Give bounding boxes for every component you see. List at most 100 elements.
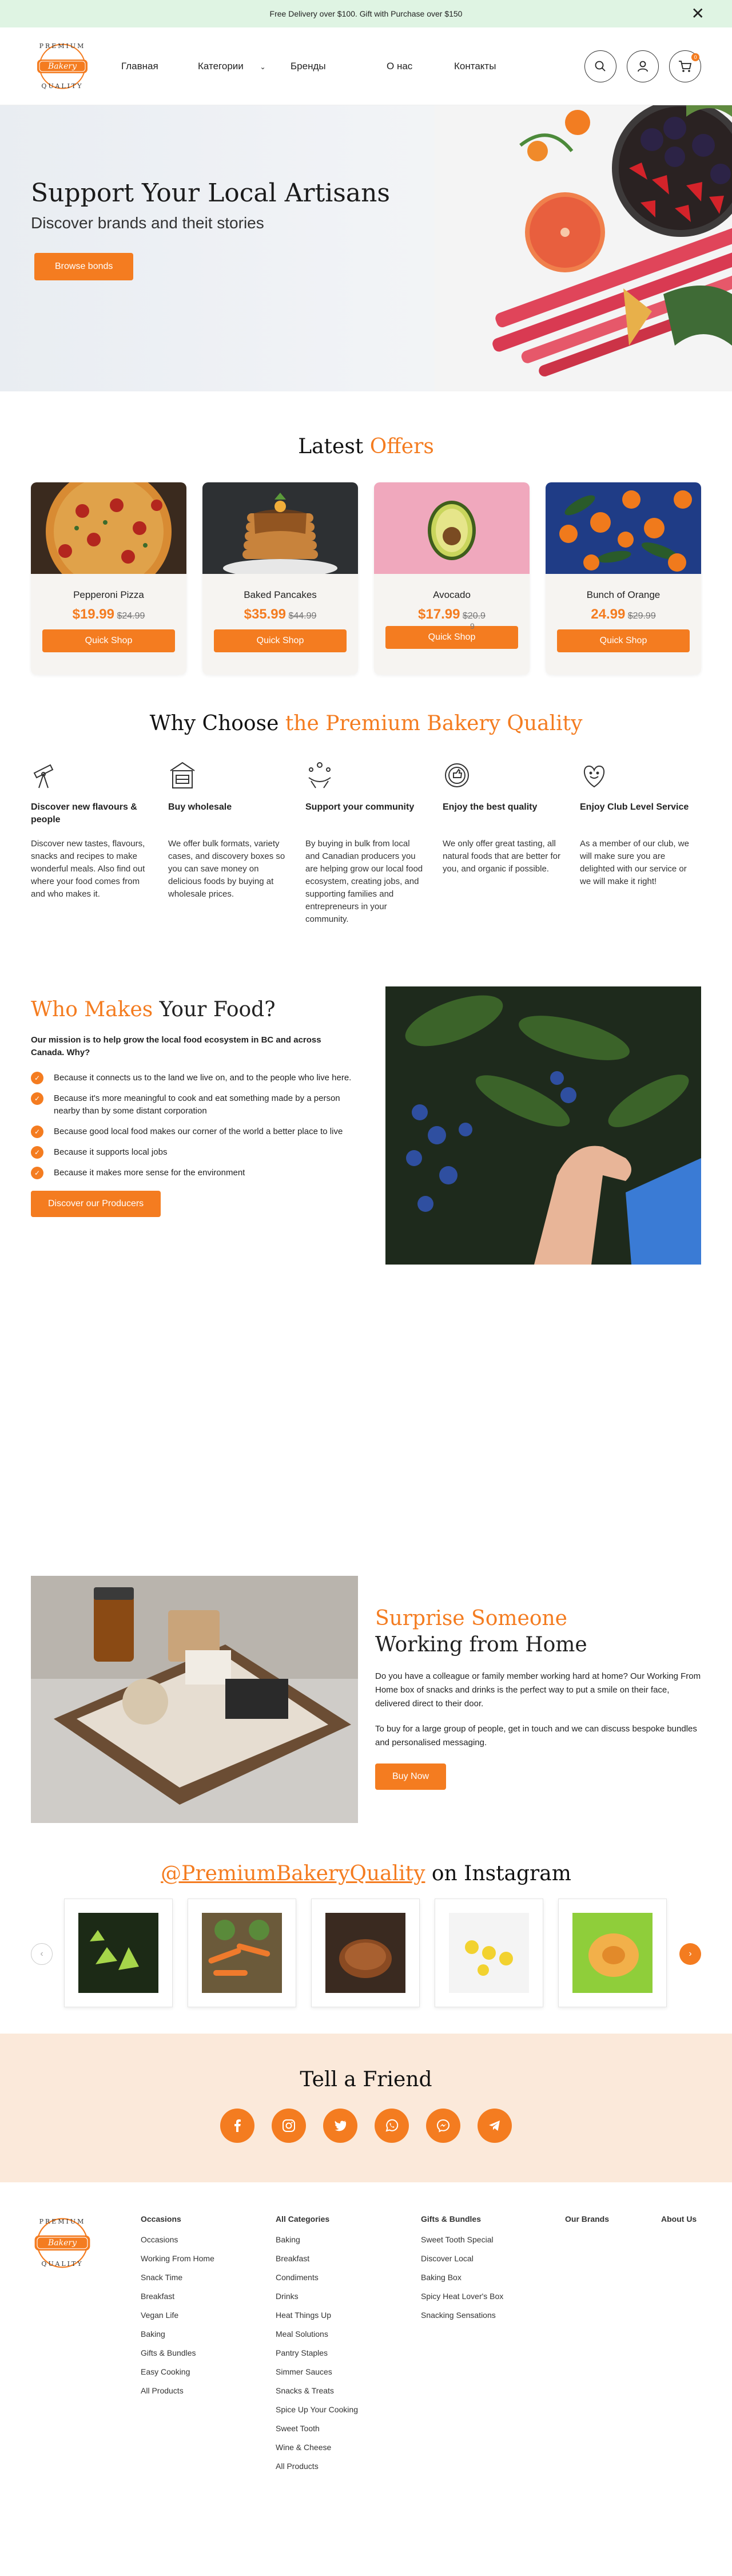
footer-link[interactable]: Wine & Cheese [276, 2442, 421, 2453]
footer-logo[interactable]: PREMIUM Bakery QUALITY [31, 2214, 141, 2277]
footer-link[interactable]: Breakfast [141, 2290, 276, 2302]
footer-heading[interactable]: Our Brands [565, 2214, 661, 2224]
search-icon [595, 61, 606, 72]
latest-offers-section: Latest Offers Pepperoni Pizza $19.99 $24… [0, 391, 732, 695]
nav-categories[interactable]: Категории ⌄ [198, 61, 291, 72]
footer-link[interactable]: Condiments [276, 2272, 421, 2283]
instagram-post[interactable] [64, 1899, 173, 2007]
list-item: ✓ Because it makes more sense for the env… [31, 1167, 363, 1179]
footer-link[interactable]: Snack Time [141, 2272, 276, 2283]
feature-text: We offer bulk formats, variety cases, an… [168, 839, 285, 899]
main-nav: Главная Категории ⌄ Бренды О нас Контакт… [121, 61, 496, 72]
feature-title: Enjoy Club Level Service [580, 802, 689, 812]
footer-link[interactable]: Heat Things Up [276, 2309, 421, 2321]
gift-box-image [31, 1576, 358, 1823]
footer-link[interactable]: Baking [276, 2234, 421, 2245]
footer-link[interactable]: All Products [276, 2460, 421, 2472]
footer-link[interactable]: Spicy Heat Lover's Box [421, 2290, 565, 2302]
search-button[interactable] [584, 50, 616, 82]
footer-link[interactable]: Baking Box [421, 2272, 565, 2283]
share-telegram[interactable] [478, 2109, 512, 2143]
user-icon [638, 61, 648, 72]
brand-logo[interactable]: PREMIUM Bakery QUALITY [31, 38, 94, 95]
browse-brands-button[interactable]: Browse bonds [34, 253, 134, 280]
logo-bottom-text: QUALITY [41, 2260, 83, 2268]
footer-link[interactable]: Gifts & Bundles [141, 2347, 276, 2359]
quick-shop-button[interactable]: Quick Shop 9 [385, 621, 518, 649]
feature-title: Discover new flavours & people [31, 802, 137, 825]
feature-text: Discover new tastes, flavours, snacks an… [31, 839, 145, 899]
product-card-pancakes[interactable]: Baked Pancakes $35.99 $44.99 Quick Shop [202, 482, 358, 675]
nav-about[interactable]: О нас [387, 61, 454, 72]
hero-produce-image [435, 105, 732, 391]
tell-a-friend-section: Tell a Friend [0, 2034, 732, 2182]
footer-link[interactable]: Working From Home [141, 2253, 276, 2264]
surprise-paragraph-2: To buy for a large group of people, get … [375, 1724, 697, 1747]
share-instagram[interactable] [272, 2109, 306, 2143]
quick-shop-button[interactable]: Quick Shop [214, 629, 347, 652]
footer-link[interactable]: Vegan Life [141, 2309, 276, 2321]
discover-producers-button[interactable]: Discover our Producers [31, 1191, 161, 1217]
surprise-section: Surprise Someone Working from Home Do you… [0, 1576, 732, 1862]
surprise-title-accent: Surprise Someone [375, 1607, 567, 1630]
instagram-post[interactable] [558, 1899, 667, 2007]
account-button[interactable] [627, 50, 659, 82]
surprise-title: Surprise Someone Working from Home [375, 1606, 701, 1658]
footer-link[interactable]: Drinks [276, 2290, 421, 2302]
instagram-post[interactable] [311, 1899, 420, 2007]
why-choose-section: Why Choose the Premium Bakery Quality Di… [0, 695, 732, 986]
product-card-avocado[interactable]: Avocado $17.99 $20.9 Quick Shop 9 [374, 482, 530, 675]
instagram-post[interactable] [435, 1899, 543, 2007]
instagram-handle[interactable]: @PremiumBakeryQuality [161, 1862, 425, 1885]
footer-link[interactable]: Breakfast [276, 2253, 421, 2264]
hero-subtitle: Discover brands and theit stories [31, 214, 264, 232]
share-messenger[interactable] [426, 2109, 460, 2143]
quick-shop-button[interactable]: Quick Shop [42, 629, 175, 652]
post-image [572, 1913, 653, 1993]
pancakes-image [202, 482, 358, 577]
footer-link[interactable]: Simmer Sauces [276, 2366, 421, 2377]
footer-heading[interactable]: About Us [661, 2214, 697, 2224]
whatsapp-icon [385, 2119, 399, 2132]
footer-link[interactable]: Discover Local [421, 2253, 565, 2264]
nav-brands[interactable]: Бренды [291, 61, 387, 72]
footer-link[interactable]: Meal Solutions [276, 2328, 421, 2340]
telegram-icon [489, 2121, 500, 2131]
why-title-plain: Why Choose [149, 712, 285, 735]
who-title-plain: Your Food? [153, 998, 276, 1021]
cart-button[interactable]: 0 [669, 50, 701, 82]
product-card-oranges[interactable]: Bunch of Orange 24.99 $29.99 Quick Shop [546, 482, 701, 675]
footer-link[interactable]: Occasions [141, 2234, 276, 2245]
carousel-next-button[interactable]: › [679, 1943, 701, 1965]
footer-link[interactable]: Easy Cooking [141, 2366, 276, 2377]
list-item: ✓ Because it supports local jobs [31, 1146, 363, 1159]
heart-smile-icon [584, 765, 604, 788]
footer-link[interactable]: Pantry Staples [276, 2347, 421, 2359]
check-icon: ✓ [31, 1092, 43, 1105]
footer-heading: Gifts & Bundles [421, 2214, 482, 2224]
footer-link[interactable]: Sweet Tooth [276, 2423, 421, 2434]
nav-home[interactable]: Главная [121, 61, 198, 72]
instagram-post[interactable] [188, 1899, 296, 2007]
footer-brands: Our Brands [565, 2214, 661, 2486]
footer-link[interactable]: Spice Up Your Cooking [276, 2404, 421, 2415]
footer-link[interactable]: Sweet Tooth Special [421, 2234, 565, 2245]
share-whatsapp[interactable] [375, 2109, 409, 2143]
why-title-accent: the Premium Bakery Quality [285, 712, 583, 735]
quick-shop-button[interactable]: Quick Shop [557, 629, 690, 652]
footer-link[interactable]: Snacking Sensations [421, 2309, 565, 2321]
carousel-prev-button[interactable]: ‹ [31, 1943, 53, 1965]
feature-title: Support your community [305, 802, 415, 812]
buy-now-button[interactable]: Buy Now [375, 1763, 447, 1790]
footer-link[interactable]: Baking [141, 2328, 276, 2340]
footer-link[interactable]: All Products [141, 2385, 276, 2396]
close-icon[interactable]: ✕ [691, 6, 705, 22]
feature-title: Enjoy the best quality [443, 802, 538, 812]
share-twitter[interactable] [323, 2109, 357, 2143]
product-old-price: $29.99 [627, 611, 656, 621]
product-card-pizza[interactable]: Pepperoni Pizza $19.99 $24.99 Quick Shop [31, 482, 186, 675]
footer-link[interactable]: Snacks & Treats [276, 2385, 421, 2396]
feature-wholesale: Buy wholesale We offer bulk formats, var… [168, 760, 305, 926]
nav-contacts[interactable]: Контакты [454, 61, 496, 72]
share-facebook[interactable] [220, 2109, 254, 2143]
